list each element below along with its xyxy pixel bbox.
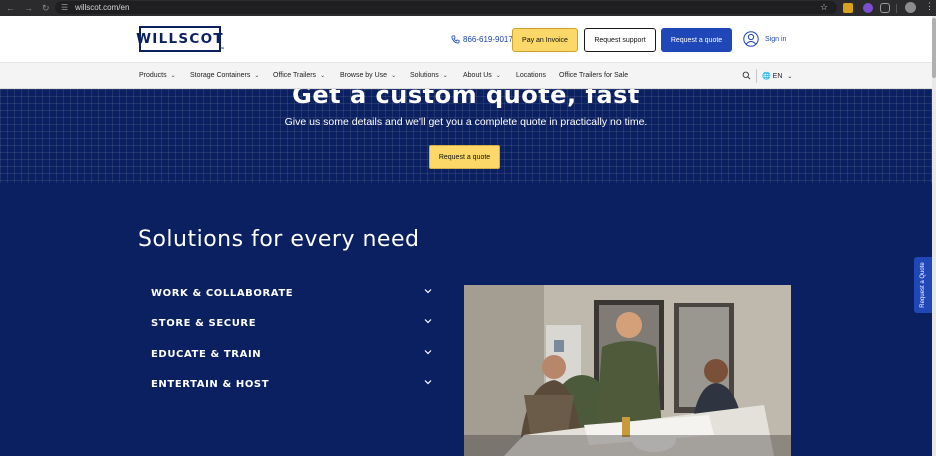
chevron-down-icon xyxy=(424,380,432,385)
chevron-down-icon: ⌄ xyxy=(170,73,176,79)
reload-icon[interactable]: ↻ xyxy=(42,3,50,14)
nav-item-label: Office Trailers xyxy=(273,72,317,79)
quote-hero: Get a custom quote, fast Give us some de… xyxy=(0,89,932,183)
chevron-down-icon: ⌄ xyxy=(254,73,260,79)
site-header: WILLSCOT ™ 866-619-9017 Pay an Invoice R… xyxy=(0,16,932,62)
page-scrollbar[interactable] xyxy=(932,16,936,456)
chevron-down-icon: ⌄ xyxy=(495,73,501,79)
bookmark-star-icon[interactable]: ☆ xyxy=(820,2,828,13)
pay-invoice-button[interactable]: Pay an Invoice xyxy=(512,28,578,52)
chevron-down-icon: ⌄ xyxy=(787,74,793,80)
request-quote-side-tab[interactable]: Request a Quote xyxy=(914,257,932,313)
office-team-photo xyxy=(464,285,791,456)
extensions-puzzle-icon[interactable] xyxy=(880,3,890,13)
hero-request-quote-button[interactable]: Request a quote xyxy=(429,145,500,169)
chevron-down-icon xyxy=(424,319,432,324)
trademark-mark: ™ xyxy=(220,47,225,53)
accordion-store-secure[interactable]: STORE & SECURE xyxy=(151,316,433,334)
profile-icon[interactable] xyxy=(905,2,916,13)
address-bar[interactable]: ☰ willscot.com/en xyxy=(55,1,837,14)
solutions-title: Solutions for every need xyxy=(138,227,420,252)
sign-in-link[interactable]: Sign in xyxy=(765,36,786,43)
request-support-button[interactable]: Request support xyxy=(584,28,656,52)
accordion-educate-train[interactable]: EDUCATE & TRAIN xyxy=(151,347,433,365)
nav-item-office-trailers[interactable]: Office Trailers ⌄ xyxy=(273,72,325,79)
language-selector[interactable]: 🌐 EN ⌄ xyxy=(762,72,792,80)
accordion-label: STORE & SECURE xyxy=(151,318,257,329)
forward-icon[interactable]: → xyxy=(24,3,33,14)
extension-icon[interactable] xyxy=(863,3,873,13)
nav-item-label: Storage Containers xyxy=(190,72,251,79)
nav-item-label: Solutions xyxy=(410,72,439,79)
side-tab-label: Request a Quote xyxy=(920,262,926,308)
request-quote-button[interactable]: Request a quote xyxy=(661,28,732,52)
chevron-down-icon xyxy=(424,350,432,355)
nav-item-label: Office Trailers for Sale xyxy=(559,72,629,79)
accordion-label: WORK & COLLABORATE xyxy=(151,288,294,299)
chevron-down-icon: ⌄ xyxy=(442,73,448,79)
hero-title: Get a custom quote, fast xyxy=(292,89,640,109)
globe-icon: 🌐 xyxy=(762,73,771,80)
chevron-down-icon xyxy=(424,289,432,294)
user-account-icon[interactable] xyxy=(743,31,759,47)
nav-item-browse-by-use[interactable]: Browse by Use ⌄ xyxy=(340,72,396,79)
chevron-down-icon: ⌄ xyxy=(391,73,397,79)
scrollbar-thumb[interactable] xyxy=(932,18,936,78)
accordion-entertain-host[interactable]: ENTERTAIN & HOST xyxy=(151,377,433,395)
browser-nav: ← → ↻ xyxy=(6,3,50,14)
nav-item-about-us[interactable]: About Us ⌄ xyxy=(463,72,501,79)
site-info-icon[interactable]: ☰ xyxy=(61,3,68,12)
nav-item-products[interactable]: Products ⌄ xyxy=(139,72,176,79)
nav-item-solutions[interactable]: Solutions ⌄ xyxy=(410,72,448,79)
nav-item-locations[interactable]: Locations xyxy=(516,72,546,79)
accordion-work-collaborate[interactable]: WORK & COLLABORATE xyxy=(151,286,433,304)
nav-item-label: Locations xyxy=(516,72,546,79)
menu-icon[interactable]: ⋮ xyxy=(925,1,934,12)
phone-number: 866-619-9017 xyxy=(463,35,513,44)
language-label: EN xyxy=(772,73,783,80)
hero-subtitle: Give us some details and we'll get you a… xyxy=(284,116,648,128)
logo-text: WILLSCOT xyxy=(136,31,224,47)
back-icon[interactable]: ← xyxy=(6,3,15,14)
phone-link[interactable]: 866-619-9017 xyxy=(451,35,513,44)
nav-item-label: Browse by Use xyxy=(340,72,388,79)
nav-divider xyxy=(756,69,757,83)
nav-item-office-trailers-for-sale[interactable]: Office Trailers for Sale xyxy=(559,72,628,79)
main-nav: Products ⌄ Storage Containers ⌄ Office Tra… xyxy=(0,62,932,89)
toolbar-divider xyxy=(896,4,897,13)
nav-item-label: Products xyxy=(139,72,167,79)
extension-icon[interactable] xyxy=(843,3,853,13)
search-icon[interactable] xyxy=(742,71,751,80)
phone-icon xyxy=(451,35,460,44)
accordion-label: ENTERTAIN & HOST xyxy=(151,379,270,390)
chevron-down-icon: ⌄ xyxy=(320,73,326,79)
nav-item-storage-containers[interactable]: Storage Containers ⌄ xyxy=(190,72,259,79)
nav-item-label: About Us xyxy=(463,72,492,79)
accordion-label: EDUCATE & TRAIN xyxy=(151,349,262,360)
url-text: willscot.com/en xyxy=(75,3,130,12)
willscot-logo[interactable]: WILLSCOT ™ xyxy=(136,26,225,53)
browser-toolbar: ← → ↻ ☰ willscot.com/en ☆ ⋮ xyxy=(0,0,936,16)
